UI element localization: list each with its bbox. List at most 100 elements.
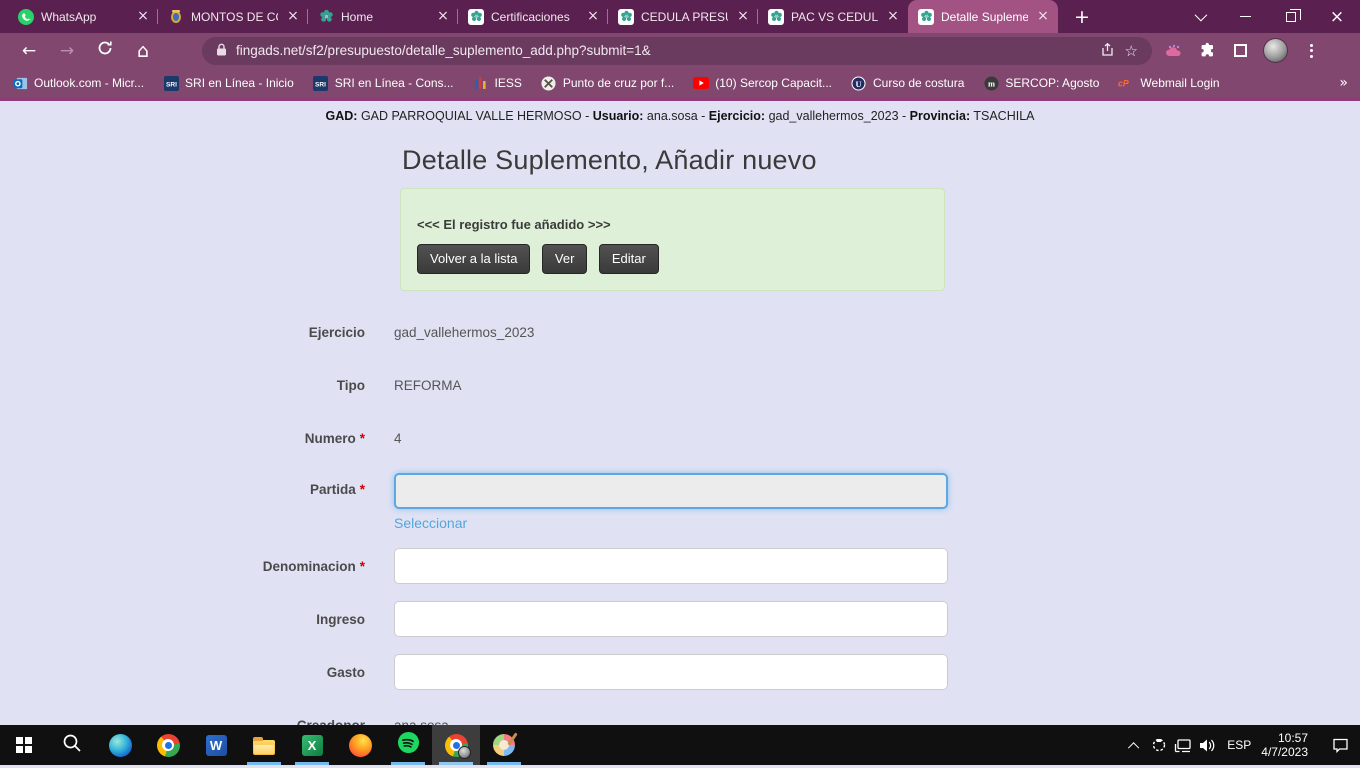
taskbar-edge-button[interactable] <box>96 725 144 765</box>
menu-dots-icon[interactable] <box>1301 41 1321 61</box>
snipping-tool-icon[interactable] <box>1147 725 1171 765</box>
taskbar-chrome-active-button[interactable] <box>432 725 480 765</box>
file-explorer-icon <box>253 740 275 755</box>
field-label: Ejercicio <box>309 325 365 340</box>
address-bar[interactable]: fingads.net/sf2/presupuesto/detalle_supl… <box>202 37 1152 65</box>
tab-title: Home <box>341 10 428 24</box>
page-title: Detalle Suplemento, Añadir nuevo <box>402 145 945 176</box>
field-value: REFORMA <box>394 378 948 393</box>
tab-close-icon[interactable]: × <box>285 9 301 25</box>
new-tab-button[interactable]: + <box>1068 0 1096 33</box>
start-button[interactable] <box>0 725 48 765</box>
paint-icon <box>493 734 515 756</box>
required-mark: * <box>360 559 365 574</box>
sri-icon: SRI <box>163 75 179 91</box>
moodle-icon: m <box>983 75 999 91</box>
bookmark-label: (10) Sercop Capacit... <box>715 76 832 90</box>
profile-avatar[interactable] <box>1263 38 1288 63</box>
bookmark-punto-de-cruz[interactable]: Punto de cruz por f... <box>541 75 674 91</box>
bookmark-webmail[interactable]: cP Webmail Login <box>1118 75 1219 91</box>
tray-chevron-up-icon[interactable] <box>1123 725 1147 765</box>
tab-certificaciones[interactable]: Certificaciones × <box>458 0 608 33</box>
form-row-creadopor: Creadopor ana.sosa <box>250 707 950 725</box>
edge-icon <box>109 734 132 757</box>
taskbar-explorer-button[interactable] <box>240 725 288 765</box>
partida-input[interactable] <box>394 473 948 509</box>
taskbar-clock[interactable]: 10:57 4/7/2023 <box>1261 731 1320 759</box>
gad-header: GAD: GAD PARROQUIAL VALLE HERMOSO - Usua… <box>0 101 1360 123</box>
tab-whatsapp[interactable]: WhatsApp × <box>8 0 158 33</box>
form-row-partida: Partida* Seleccionar <box>250 473 950 531</box>
bookmark-sri-consultas[interactable]: SRI SRI en Línea - Cons... <box>313 75 454 91</box>
tab-close-icon[interactable]: × <box>135 9 151 25</box>
taskbar-chrome-button[interactable] <box>144 725 192 765</box>
tab-montos[interactable]: MONTOS DE COM × <box>158 0 308 33</box>
extensions-puzzle-icon[interactable] <box>1197 41 1217 61</box>
field-label: Gasto <box>327 665 365 680</box>
windows-logo-icon <box>16 737 32 753</box>
tab-close-icon[interactable]: × <box>735 9 751 25</box>
tab-close-icon[interactable]: × <box>885 9 901 25</box>
taskbar-search-button[interactable] <box>48 725 96 765</box>
taskbar-firefox-button[interactable] <box>336 725 384 765</box>
form-row-tipo: Tipo REFORMA <box>250 367 950 403</box>
form-row-ejercicio: Ejercicio gad_vallehermos_2023 <box>250 314 950 350</box>
bookmark-curso-costura[interactable]: U Curso de costura <box>851 75 964 91</box>
minimize-button[interactable] <box>1222 0 1268 33</box>
forward-icon[interactable]: → <box>48 41 86 61</box>
field-value: 4 <box>394 431 948 446</box>
home-icon[interactable]: ⌂ <box>124 40 162 62</box>
taskbar-spotify-button[interactable] <box>384 725 432 765</box>
bookmark-outlook[interactable]: Outlook.com - Micr... <box>12 75 144 91</box>
share-icon[interactable] <box>1100 42 1116 60</box>
network-icon[interactable] <box>1171 725 1195 765</box>
tab-home[interactable]: Home × <box>308 0 458 33</box>
back-icon[interactable]: ← <box>10 41 48 61</box>
action-center-icon[interactable] <box>1320 725 1360 765</box>
svg-text:SRI: SRI <box>315 81 326 88</box>
bookmark-sercop-youtube[interactable]: (10) Sercop Capacit... <box>693 75 832 91</box>
edit-button[interactable]: Editar <box>599 244 659 274</box>
bookmark-iess[interactable]: IESS <box>473 75 522 91</box>
taskbar-excel-button[interactable]: X <box>288 725 336 765</box>
close-window-button[interactable]: × <box>1314 0 1360 33</box>
browser-tab-strip: WhatsApp × MONTOS DE COM × Home × Certif… <box>0 0 1360 33</box>
clock-date: 4/7/2023 <box>1261 745 1308 759</box>
field-value: gad_vallehermos_2023 <box>394 325 948 340</box>
denominacion-input[interactable] <box>394 548 948 584</box>
seleccionar-link[interactable]: Seleccionar <box>394 515 467 531</box>
flower-favicon <box>468 9 484 25</box>
field-label: Tipo <box>337 378 365 393</box>
tab-close-icon[interactable]: × <box>435 9 451 25</box>
bookmark-label: Punto de cruz por f... <box>563 76 674 90</box>
system-tray: ESP 10:57 4/7/2023 <box>1123 725 1360 765</box>
back-to-list-button[interactable]: Volver a la lista <box>417 244 530 274</box>
reload-icon[interactable] <box>86 40 124 61</box>
tab-pac-vs-cedula[interactable]: PAC VS CEDULA × <box>758 0 908 33</box>
weather-extension-icon[interactable] <box>1164 41 1184 61</box>
tab-close-icon[interactable]: × <box>585 9 601 25</box>
bookmark-sri-inicio[interactable]: SRI SRI en Línea - Inicio <box>163 75 294 91</box>
youtube-icon <box>693 75 709 91</box>
bookmarks-overflow-icon[interactable]: » <box>1339 75 1348 91</box>
bookmark-star-icon[interactable]: ☆ <box>1125 42 1138 60</box>
restore-button[interactable] <box>1268 0 1314 33</box>
flower-favicon <box>318 9 334 25</box>
gasto-input[interactable] <box>394 654 948 690</box>
tab-search-chevron-icon[interactable] <box>1176 0 1222 33</box>
side-panel-icon[interactable] <box>1230 41 1250 61</box>
volume-icon[interactable] <box>1195 725 1219 765</box>
language-indicator[interactable]: ESP <box>1219 738 1261 752</box>
tab-cedula-presup[interactable]: CEDULA PRESUP × <box>608 0 758 33</box>
tab-close-icon[interactable]: × <box>1035 9 1051 25</box>
required-mark: * <box>360 482 365 497</box>
taskbar-paint-button[interactable] <box>480 725 528 765</box>
view-button[interactable]: Ver <box>542 244 588 274</box>
flower-favicon <box>618 9 634 25</box>
taskbar-word-button[interactable]: W <box>192 725 240 765</box>
tab-detalle-suplemento-active[interactable]: Detalle Suplemen × <box>908 0 1058 33</box>
window-controls: × <box>1176 0 1360 33</box>
secure-lock-icon[interactable] <box>216 43 227 59</box>
bookmark-sercop-agosto[interactable]: m SERCOP: Agosto <box>983 75 1099 91</box>
ingreso-input[interactable] <box>394 601 948 637</box>
